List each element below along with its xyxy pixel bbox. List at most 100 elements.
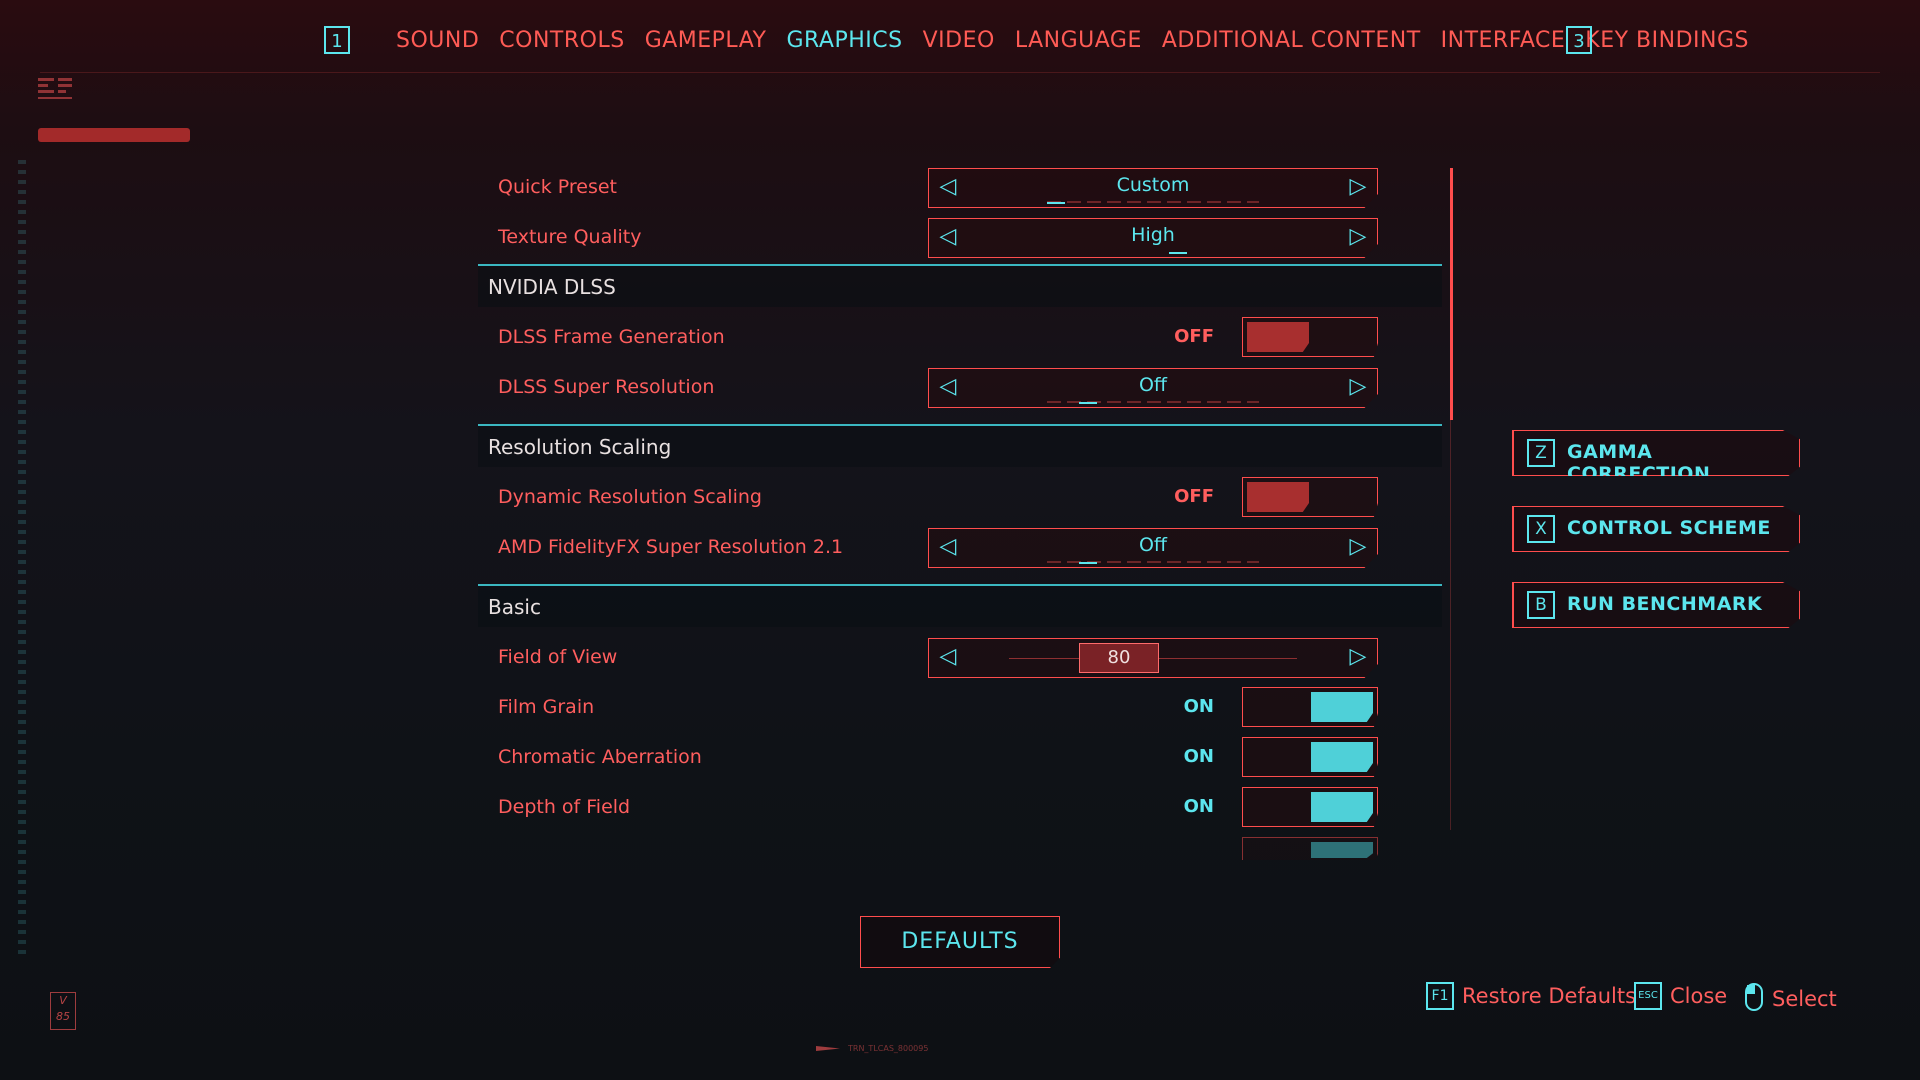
- tab-language[interactable]: LANGUAGE: [1015, 28, 1142, 53]
- texture-quality-selector[interactable]: ◁ High ▷: [928, 218, 1378, 258]
- toggle-knob: [1311, 842, 1373, 858]
- button-label: GAMMA CORRECTION: [1567, 441, 1711, 485]
- setting-label: Texture Quality: [498, 226, 642, 248]
- key-b-icon: B: [1527, 591, 1555, 619]
- key-x-icon: X: [1527, 515, 1555, 543]
- settings-scrollbar-thumb[interactable]: [1450, 168, 1453, 420]
- toggle-state: ON: [1183, 796, 1214, 817]
- setting-label: AMD FidelityFX Super Resolution 2.1: [498, 536, 844, 558]
- close-hint[interactable]: ESC Close: [1634, 982, 1727, 1010]
- toggle-knob: [1247, 322, 1309, 352]
- run-benchmark-button[interactable]: B RUN BENCHMARK: [1512, 582, 1800, 628]
- selector-value: Custom: [1116, 174, 1190, 196]
- selector-position-mark: [1079, 562, 1097, 564]
- depth-of-field-toggle[interactable]: [1242, 787, 1378, 827]
- selector-position-mark: [1169, 252, 1187, 254]
- mouse-icon: [1744, 982, 1764, 1016]
- key-z-icon: Z: [1527, 439, 1555, 467]
- section-title: NVIDIA DLSS: [488, 275, 616, 299]
- toggle-knob: [1311, 692, 1373, 722]
- dynamic-resolution-scaling-toggle[interactable]: [1242, 477, 1378, 517]
- deco-bar: [38, 128, 190, 142]
- tab-graphics[interactable]: GRAPHICS: [786, 28, 902, 53]
- tab-additional-content[interactable]: ADDITIONAL CONTENT: [1162, 28, 1421, 53]
- side-deco-dots: [18, 160, 26, 960]
- section-title: Basic: [488, 595, 541, 619]
- tab-sound[interactable]: SOUND: [396, 28, 479, 53]
- setting-label: DLSS Frame Generation: [498, 326, 725, 348]
- setting-label: Chromatic Aberration: [498, 746, 702, 768]
- arrow-right-icon[interactable]: ▷: [1347, 646, 1369, 668]
- setting-dlss-frame-generation: DLSS Frame Generation OFF: [478, 314, 1442, 364]
- select-hint[interactable]: Select: [1744, 982, 1837, 1016]
- field-of-view-slider[interactable]: ◁ 80 ▷: [928, 638, 1378, 678]
- selector-value: High: [1131, 224, 1175, 246]
- toggle-knob: [1311, 792, 1373, 822]
- toggle-state: ON: [1183, 696, 1214, 717]
- setting-chromatic-aberration: Chromatic Aberration ON: [478, 734, 1442, 784]
- selector-value: Off: [1138, 374, 1168, 396]
- setting-label: DLSS Super Resolution: [498, 376, 715, 398]
- tab-gameplay[interactable]: GAMEPLAY: [645, 28, 767, 53]
- setting-field-of-view: Field of View ◁ 80 ▷: [478, 634, 1442, 684]
- amd-fidelityfx-selector[interactable]: ◁ Off ▷: [928, 528, 1378, 568]
- arrow-left-icon[interactable]: ◁: [937, 646, 959, 668]
- section-nvidia-dlss: NVIDIA DLSS: [478, 264, 1442, 307]
- control-scheme-button[interactable]: X CONTROL SCHEME: [1512, 506, 1800, 552]
- key-f1-icon: F1: [1426, 982, 1454, 1010]
- toggle-knob: [1247, 482, 1309, 512]
- section-basic: Basic: [478, 584, 1442, 627]
- next-tab-key[interactable]: 3: [1566, 26, 1592, 54]
- tab-interface[interactable]: INTERFACE: [1441, 28, 1566, 53]
- quick-preset-selector[interactable]: ◁ Custom ▷: [928, 168, 1378, 208]
- chromatic-aberration-toggle[interactable]: [1242, 737, 1378, 777]
- arrow-right-icon[interactable]: ▷: [1347, 376, 1369, 398]
- tab-video[interactable]: VIDEO: [923, 28, 995, 53]
- restore-defaults-hint[interactable]: F1 Restore Defaults: [1426, 982, 1636, 1010]
- toggle-state: OFF: [1174, 326, 1214, 347]
- top-divider: [40, 72, 1880, 73]
- key-esc-icon: ESC: [1634, 982, 1662, 1010]
- selector-value: Off: [1138, 534, 1168, 556]
- dlss-frame-generation-toggle[interactable]: [1242, 317, 1378, 357]
- dlss-super-resolution-selector[interactable]: ◁ Off ▷: [928, 368, 1378, 408]
- selector-position-mark: [1079, 402, 1097, 404]
- setting-label: Quick Preset: [498, 176, 618, 198]
- arrow-right-icon[interactable]: ▷: [1347, 176, 1369, 198]
- toggle-state: ON: [1183, 746, 1214, 767]
- arrow-right-icon[interactable]: ▷: [1347, 226, 1369, 248]
- setting-next-row-partial: [478, 834, 1442, 860]
- gamma-correction-button[interactable]: Z GAMMA CORRECTION: [1512, 430, 1800, 476]
- setting-label: Film Grain: [498, 696, 595, 718]
- arrow-right-icon[interactable]: ▷: [1347, 536, 1369, 558]
- setting-texture-quality: Texture Quality ◁ High ▷: [478, 214, 1442, 264]
- setting-amd-fidelityfx: AMD FidelityFX Super Resolution 2.1 ◁ Of…: [478, 524, 1442, 574]
- tab-controls[interactable]: CONTROLS: [499, 28, 624, 53]
- setting-label: Dynamic Resolution Scaling: [498, 486, 762, 508]
- section-resolution-scaling: Resolution Scaling: [478, 424, 1442, 467]
- setting-dynamic-resolution-scaling: Dynamic Resolution Scaling OFF: [478, 474, 1442, 524]
- selector-position-mark: [1047, 202, 1065, 204]
- setting-label: Depth of Field: [498, 796, 631, 818]
- logo-icon: [38, 76, 74, 104]
- prev-tab-key[interactable]: 1: [324, 26, 350, 54]
- tab-key-bindings[interactable]: KEY BINDINGS: [1585, 28, 1749, 53]
- settings-panel: Quick Preset ◁ Custom ▷ Texture Quality …: [478, 160, 1442, 860]
- pointer-arrow-icon: [816, 1046, 840, 1051]
- setting-label: Field of View: [498, 646, 618, 668]
- version-badge: V 85: [50, 992, 76, 1030]
- setting-film-grain: Film Grain ON: [478, 684, 1442, 734]
- button-label: RUN BENCHMARK: [1567, 593, 1763, 615]
- setting-depth-of-field: Depth of Field ON: [478, 784, 1442, 834]
- setting-dlss-super-resolution: DLSS Super Resolution ◁ Off ▷: [478, 364, 1442, 414]
- hint-label: Select: [1772, 987, 1837, 1011]
- settings-scrollbar-track[interactable]: [1450, 420, 1451, 830]
- hint-label: Close: [1670, 984, 1728, 1008]
- partial-toggle[interactable]: [1242, 837, 1378, 860]
- slider-handle[interactable]: 80: [1079, 643, 1159, 673]
- setting-quick-preset: Quick Preset ◁ Custom ▷: [478, 164, 1442, 214]
- defaults-button[interactable]: DEFAULTS: [860, 916, 1060, 968]
- selector-ticks: [1047, 201, 1259, 203]
- toggle-state: OFF: [1174, 486, 1214, 507]
- film-grain-toggle[interactable]: [1242, 687, 1378, 727]
